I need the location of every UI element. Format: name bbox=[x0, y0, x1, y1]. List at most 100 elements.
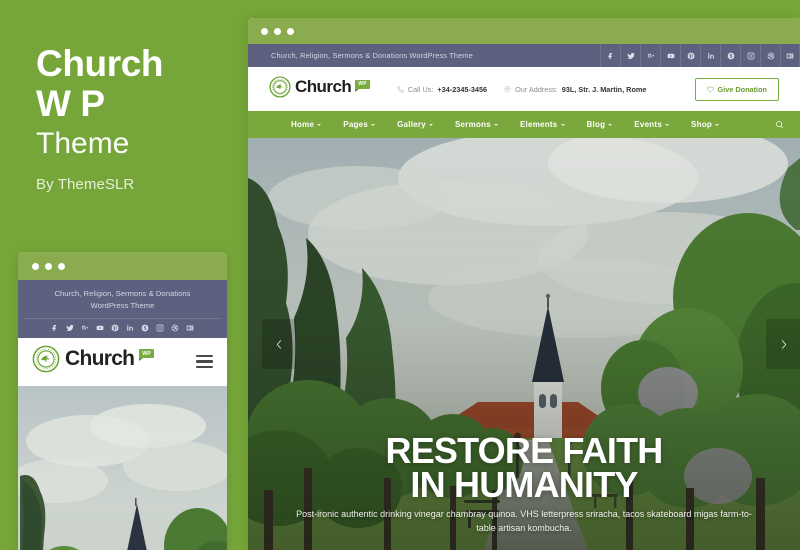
chevron-down-icon bbox=[560, 124, 565, 126]
give-donation-label: Give Donation bbox=[717, 84, 767, 94]
promo-left-panel: Church W P Theme By ThemeSLR Church, Rel… bbox=[0, 0, 240, 550]
mobile-logo-badge: WP bbox=[139, 349, 154, 362]
mobile-social-links bbox=[24, 317, 221, 332]
mobile-window-titlebar bbox=[18, 252, 227, 280]
flickr-icon[interactable] bbox=[780, 44, 800, 67]
search-icon[interactable] bbox=[758, 111, 800, 138]
pinterest-icon[interactable] bbox=[680, 44, 700, 67]
google-plus-icon[interactable] bbox=[640, 44, 660, 67]
hero-heading-line-1: RESTORE FAITH bbox=[385, 430, 664, 472]
window-dot-1[interactable] bbox=[261, 27, 268, 35]
chevron-down-icon bbox=[317, 124, 322, 126]
chevron-down-icon bbox=[493, 124, 498, 126]
nav-item-events[interactable]: Events bbox=[623, 120, 680, 129]
skype-icon[interactable] bbox=[141, 324, 149, 332]
nav-label: Home bbox=[291, 120, 315, 129]
chevron-down-icon bbox=[371, 124, 376, 126]
site-tagline: Church, Religion, Sermons & Donations Wo… bbox=[271, 51, 473, 60]
pinterest-icon[interactable] bbox=[111, 324, 119, 332]
chevron-down-icon bbox=[665, 124, 670, 126]
instagram-icon[interactable] bbox=[156, 324, 164, 332]
dove-badge-icon bbox=[269, 75, 291, 103]
promo-title-line-1: Church bbox=[36, 43, 164, 84]
site-logo-text: Church bbox=[295, 76, 352, 96]
nav-label: Sermons bbox=[454, 120, 491, 129]
nav-item-elements[interactable]: Elements bbox=[509, 120, 576, 129]
chevron-down-icon bbox=[715, 124, 720, 126]
site-header: Church WP Call Us: +34-2345-3456 Our Add… bbox=[248, 67, 800, 111]
nav-label: Shop bbox=[691, 120, 713, 129]
nav-label: Pages bbox=[343, 120, 369, 129]
mobile-logo[interactable]: Church WP bbox=[32, 345, 196, 378]
window-dot-1[interactable] bbox=[32, 262, 39, 270]
mobile-hero-image bbox=[18, 385, 227, 550]
main-navigation: Home Pages Gallery Sermons Elements Blog… bbox=[248, 111, 800, 138]
nav-item-blog[interactable]: Blog bbox=[576, 120, 624, 129]
promo-banner: Church W P Theme By ThemeSLR Church, Rel… bbox=[0, 0, 800, 550]
promo-title-block: Church W P Theme By ThemeSLR bbox=[36, 44, 236, 193]
give-donation-button[interactable]: Give Donation bbox=[694, 77, 779, 101]
window-dot-2[interactable] bbox=[45, 262, 52, 270]
nav-item-gallery[interactable]: Gallery bbox=[386, 120, 444, 129]
twitter-icon[interactable] bbox=[66, 324, 74, 332]
promo-subtitle: Theme bbox=[36, 127, 130, 161]
nav-item-home[interactable]: Home bbox=[280, 120, 332, 129]
site-logo-badge: WP bbox=[355, 79, 370, 92]
google-plus-icon[interactable] bbox=[81, 324, 89, 332]
chevron-down-icon bbox=[428, 124, 433, 126]
mobile-header: Church WP bbox=[18, 337, 227, 386]
window-dot-2[interactable] bbox=[274, 27, 281, 35]
site-topbar: Church, Religion, Sermons & Donations Wo… bbox=[248, 44, 800, 67]
slider-next-button[interactable] bbox=[766, 319, 800, 369]
linkedin-icon[interactable] bbox=[126, 324, 134, 332]
contact-phone-value: +34-2345-3456 bbox=[437, 84, 488, 94]
mobile-logo-text: Church bbox=[65, 347, 135, 371]
dribbble-icon[interactable] bbox=[760, 44, 780, 67]
window-dot-3[interactable] bbox=[287, 27, 294, 35]
facebook-icon[interactable] bbox=[600, 44, 620, 67]
hero-paragraph: Post-ironic authentic drinking vinegar c… bbox=[296, 509, 752, 534]
header-contact-info: Call Us: +34-2345-3456 Our Address: 93L,… bbox=[397, 85, 695, 94]
chevron-left-icon bbox=[276, 339, 281, 349]
hero-heading-line-2: IN HUMANITY bbox=[410, 463, 638, 505]
mobile-tagline-line-1: Church, Religion, Sermons & Donations bbox=[54, 289, 191, 298]
promo-author: By ThemeSLR bbox=[36, 176, 135, 194]
dove-badge-icon bbox=[32, 345, 60, 378]
window-dot-3[interactable] bbox=[58, 262, 65, 270]
facebook-icon[interactable] bbox=[51, 324, 59, 332]
slider-prev-button[interactable] bbox=[262, 319, 296, 369]
contact-phone[interactable]: Call Us: +34-2345-3456 bbox=[397, 85, 487, 94]
promo-title-line-2: W P bbox=[36, 82, 105, 124]
mobile-church-scene bbox=[18, 385, 227, 550]
site-logo[interactable]: Church WP bbox=[269, 75, 370, 103]
phone-icon bbox=[397, 85, 404, 93]
linkedin-icon[interactable] bbox=[700, 44, 720, 67]
contact-address-label: Our Address: bbox=[515, 84, 558, 94]
nav-item-shop[interactable]: Shop bbox=[680, 120, 730, 129]
social-links bbox=[600, 44, 800, 67]
youtube-icon[interactable] bbox=[660, 44, 680, 67]
mobile-tagline-line-2: WordPress Theme bbox=[90, 300, 155, 310]
heart-icon bbox=[706, 86, 714, 93]
browser-titlebar bbox=[248, 18, 800, 44]
nav-label: Blog bbox=[586, 120, 606, 129]
hero-caption: RESTORE FAITH IN HUMANITY Post-ironic au… bbox=[248, 430, 800, 536]
twitter-icon[interactable] bbox=[620, 44, 640, 67]
hero-slider: RESTORE FAITH IN HUMANITY Post-ironic au… bbox=[248, 138, 800, 550]
youtube-icon[interactable] bbox=[96, 324, 104, 332]
contact-address[interactable]: Our Address: 93L, Str. J. Martin, Rome bbox=[504, 85, 646, 94]
contact-address-value: 93L, Str. J. Martin, Rome bbox=[561, 84, 647, 94]
nav-label: Events bbox=[634, 120, 663, 129]
nav-item-sermons[interactable]: Sermons bbox=[444, 120, 509, 129]
mobile-topbar: Church, Religion, Sermons & Donations Wo… bbox=[18, 280, 227, 338]
skype-icon[interactable] bbox=[720, 44, 740, 67]
nav-item-pages[interactable]: Pages bbox=[332, 120, 386, 129]
instagram-icon[interactable] bbox=[740, 44, 760, 67]
hamburger-menu-icon[interactable] bbox=[196, 354, 213, 369]
nav-label: Elements bbox=[519, 120, 558, 129]
nav-label: Gallery bbox=[397, 120, 426, 129]
dribbble-icon[interactable] bbox=[171, 324, 179, 332]
contact-phone-label: Call Us: bbox=[407, 84, 434, 94]
flickr-icon[interactable] bbox=[186, 324, 194, 332]
map-pin-icon bbox=[504, 85, 511, 93]
